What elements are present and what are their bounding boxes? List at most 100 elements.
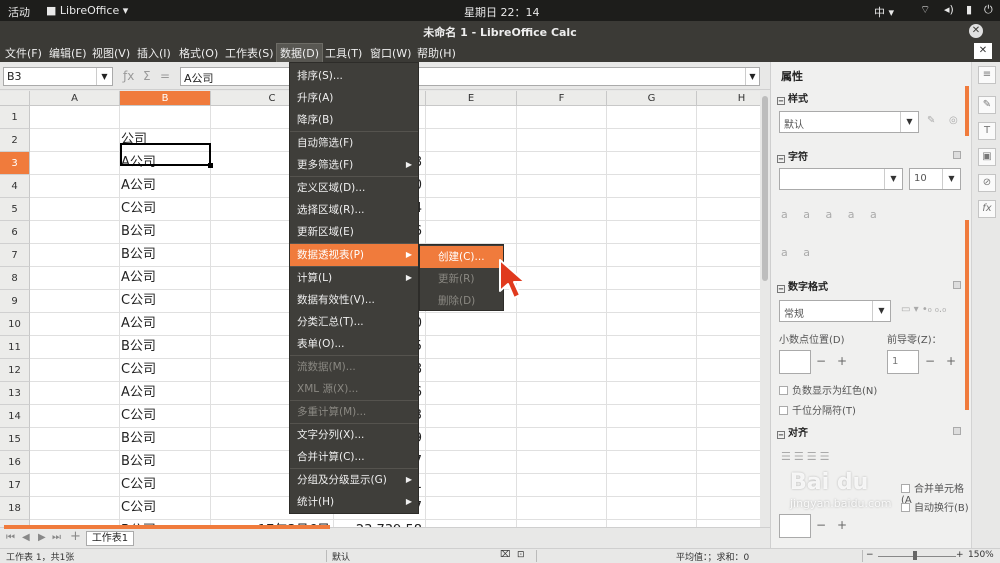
cell-g19[interactable] [607, 520, 697, 527]
row-header-10[interactable]: 10 [0, 313, 30, 336]
menu-insert[interactable]: 插入(I) [137, 45, 171, 61]
cell-b14[interactable]: C公司 [120, 405, 211, 428]
data-menu-item-5[interactable]: 定义区域(D)... [290, 177, 418, 199]
leading-zeros-input[interactable]: 1 [887, 350, 919, 374]
data-menu-item-16[interactable]: 文字分列(X)... [290, 424, 418, 446]
cell-f4[interactable] [517, 175, 607, 198]
data-menu-item-7[interactable]: 更新区域(E) [290, 221, 418, 243]
cell-e15[interactable] [426, 428, 517, 451]
cell-a4[interactable] [30, 175, 120, 198]
data-menu-item-10[interactable]: 数据有效性(V)... [290, 289, 418, 311]
cell-g18[interactable] [607, 497, 697, 520]
cell-a6[interactable] [30, 221, 120, 244]
column-header-f[interactable]: F [517, 91, 607, 106]
row-header-9[interactable]: 9 [0, 290, 30, 313]
cell-h5[interactable] [697, 198, 760, 221]
data-menu-item-17[interactable]: 合并计算(C)... [290, 446, 418, 468]
cell-h6[interactable] [697, 221, 760, 244]
decimal-decrease-icon[interactable]: − [816, 354, 826, 368]
cell-a9[interactable] [30, 290, 120, 313]
menu-file[interactable]: 文件(F) [5, 45, 42, 61]
cell-h3[interactable] [697, 152, 760, 175]
column-header-h[interactable]: H [697, 91, 760, 106]
cell-h9[interactable] [697, 290, 760, 313]
sidebar-menu-icon[interactable]: ≡ [978, 66, 996, 84]
cell-b4[interactable]: A公司 [120, 175, 211, 198]
activities-button[interactable]: 活动 [8, 4, 30, 20]
power-icon[interactable]: ⏻ [984, 3, 993, 17]
cell-a15[interactable] [30, 428, 120, 451]
cell-a8[interactable] [30, 267, 120, 290]
data-menu-item-4[interactable]: 更多筛选(F) ▶ [290, 154, 418, 176]
row-header-2[interactable]: 2 [0, 129, 30, 152]
cell-a5[interactable] [30, 198, 120, 221]
cell-b6[interactable]: B公司 [120, 221, 211, 244]
cell-e4[interactable] [426, 175, 517, 198]
cell-h17[interactable] [697, 474, 760, 497]
select-all-corner[interactable] [0, 91, 30, 106]
row-header-7[interactable]: 7 [0, 244, 30, 267]
cell-h19[interactable] [697, 520, 760, 527]
cell-g4[interactable] [607, 175, 697, 198]
data-menu-item-3[interactable]: 自动筛选(F) [290, 132, 418, 154]
row-header-12[interactable]: 12 [0, 359, 30, 382]
cell-b18[interactable]: C公司 [120, 497, 211, 520]
sheet-tab-1[interactable]: 工作表1 [86, 531, 134, 546]
cell-e17[interactable] [426, 474, 517, 497]
cell-d19[interactable]: 23,739.58 [334, 520, 426, 527]
column-header-e[interactable]: E [426, 91, 517, 106]
cell-g14[interactable] [607, 405, 697, 428]
add-sheet-icon[interactable]: + [70, 529, 81, 544]
number-format-icons[interactable]: ▭ ▾ •₀ ₀.₀ [901, 304, 946, 315]
row-header-4[interactable]: 4 [0, 175, 30, 198]
row-header-18[interactable]: 18 [0, 497, 30, 520]
cell-g11[interactable] [607, 336, 697, 359]
first-sheet-icon[interactable]: ⏮ [6, 532, 15, 543]
row-header-8[interactable]: 8 [0, 267, 30, 290]
more-options-icon[interactable] [953, 427, 961, 435]
menu-help[interactable]: 帮助(H) [417, 45, 456, 61]
cell-b1[interactable] [120, 106, 211, 129]
cell-g6[interactable] [607, 221, 697, 244]
cell-f17[interactable] [517, 474, 607, 497]
cell-b9[interactable]: C公司 [120, 290, 211, 313]
zoom-out-icon[interactable]: − [866, 550, 874, 560]
new-style-icon[interactable]: ✎ [927, 115, 935, 126]
cell-f10[interactable] [517, 313, 607, 336]
wifi-icon[interactable]: ⌔ [920, 3, 930, 17]
formula-equals-icon[interactable]: = [160, 69, 170, 83]
column-header-g[interactable]: G [607, 91, 697, 106]
cell-a16[interactable] [30, 451, 120, 474]
close-document-icon[interactable]: ✕ [974, 43, 992, 59]
data-menu-item-9[interactable]: 计算(L) ▶ [290, 267, 418, 289]
more-options-icon[interactable] [953, 281, 961, 289]
indent-decrease-icon[interactable]: − [816, 518, 826, 532]
cell-b7[interactable]: B公司 [120, 244, 211, 267]
cell-e13[interactable] [426, 382, 517, 405]
data-menu-item-11[interactable]: 分类汇总(T)... [290, 311, 418, 333]
menu-view[interactable]: 视图(V) [92, 45, 130, 61]
data-menu-item-0[interactable]: 排序(S)... [290, 65, 418, 87]
cell-f15[interactable] [517, 428, 607, 451]
leading-zeros-increase-icon[interactable]: + [946, 354, 956, 368]
wrap-text-checkbox[interactable]: 自动换行(B) [901, 499, 969, 514]
data-menu-item-19[interactable]: 统计(H) ▶ [290, 491, 418, 513]
cell-g8[interactable] [607, 267, 697, 290]
row-header-14[interactable]: 14 [0, 405, 30, 428]
name-box[interactable]: B3 ▼ [3, 67, 113, 86]
menu-sheet[interactable]: 工作表(S) [225, 45, 274, 61]
cell-h4[interactable] [697, 175, 760, 198]
sidebar-scroll-accent[interactable] [965, 86, 969, 136]
menu-edit[interactable]: 编辑(E) [49, 45, 87, 61]
cell-g9[interactable] [607, 290, 697, 313]
cell-b10[interactable]: A公司 [120, 313, 211, 336]
decimal-places-input[interactable] [779, 350, 811, 374]
data-menu-item-18[interactable]: 分组及分级显示(G) ▶ [290, 469, 418, 491]
decimal-increase-icon[interactable]: + [837, 354, 847, 368]
cell-f2[interactable] [517, 129, 607, 152]
cell-g15[interactable] [607, 428, 697, 451]
gallery-deck-icon[interactable]: ▣ [978, 148, 996, 166]
cell-g13[interactable] [607, 382, 697, 405]
cell-b11[interactable]: B公司 [120, 336, 211, 359]
last-sheet-icon[interactable]: ⏭ [52, 532, 61, 543]
